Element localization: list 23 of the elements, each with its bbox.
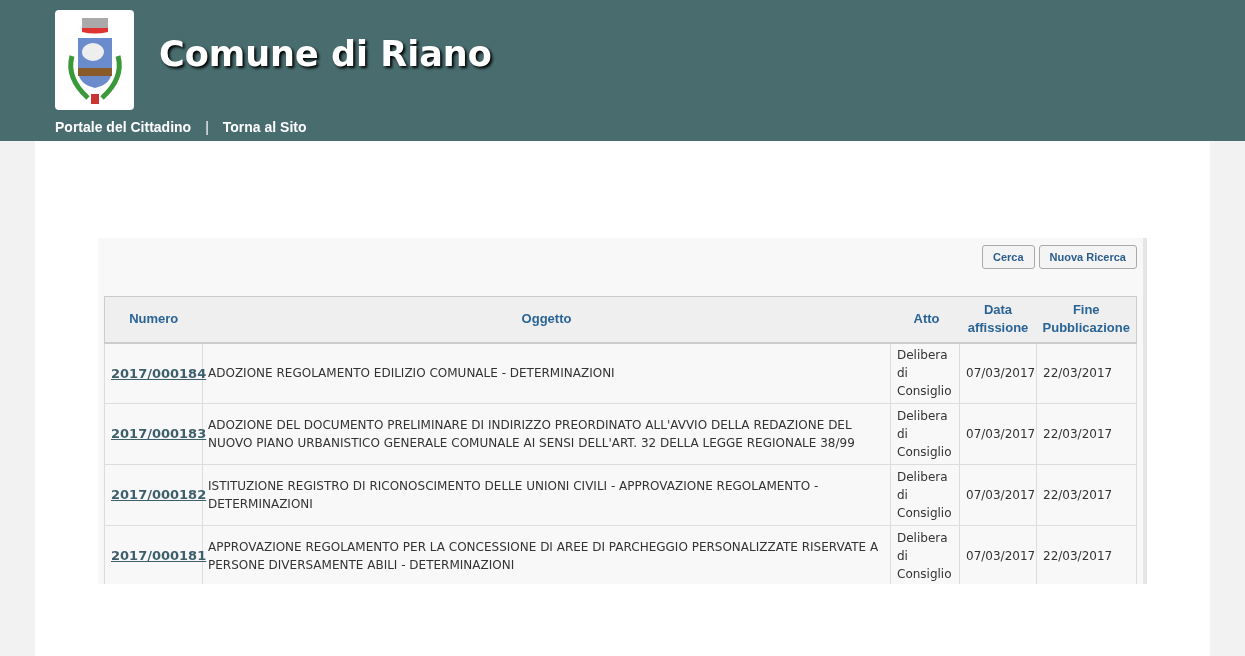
- search-button[interactable]: Cerca: [982, 245, 1035, 269]
- column-header[interactable]: Data affissione: [959, 296, 1037, 343]
- nav-separator: |: [205, 118, 209, 137]
- site-title: Comune di Riano: [159, 32, 492, 76]
- column-header[interactable]: Fine Pubblicazione: [1036, 296, 1137, 343]
- nav-link[interactable]: Portale del Cittadino: [55, 117, 192, 138]
- new-search-button[interactable]: Nuova Ricerca: [1038, 245, 1137, 269]
- act-cell: Delibera di Consiglio: [890, 403, 960, 465]
- date-cell: 07/03/2017: [959, 525, 1037, 584]
- act-cell: Delibera di Consiglio: [890, 342, 960, 404]
- column-header[interactable]: Oggetto: [202, 296, 891, 343]
- date-cell: 07/03/2017: [959, 464, 1037, 526]
- nav-link[interactable]: Torna al Sito: [222, 117, 307, 138]
- date-cell: 07/03/2017: [959, 342, 1037, 404]
- act-cell: Delibera di Consiglio: [890, 525, 960, 584]
- date-cell: 22/03/2017: [1036, 403, 1137, 465]
- act-cell: Delibera di Consiglio: [890, 464, 960, 526]
- date-cell: 22/03/2017: [1036, 525, 1137, 584]
- column-header[interactable]: Numero: [104, 296, 203, 343]
- date-cell: 07/03/2017: [959, 403, 1037, 465]
- date-cell: 22/03/2017: [1036, 464, 1137, 526]
- date-cell: 22/03/2017: [1036, 342, 1137, 404]
- column-header[interactable]: Atto: [890, 296, 960, 343]
